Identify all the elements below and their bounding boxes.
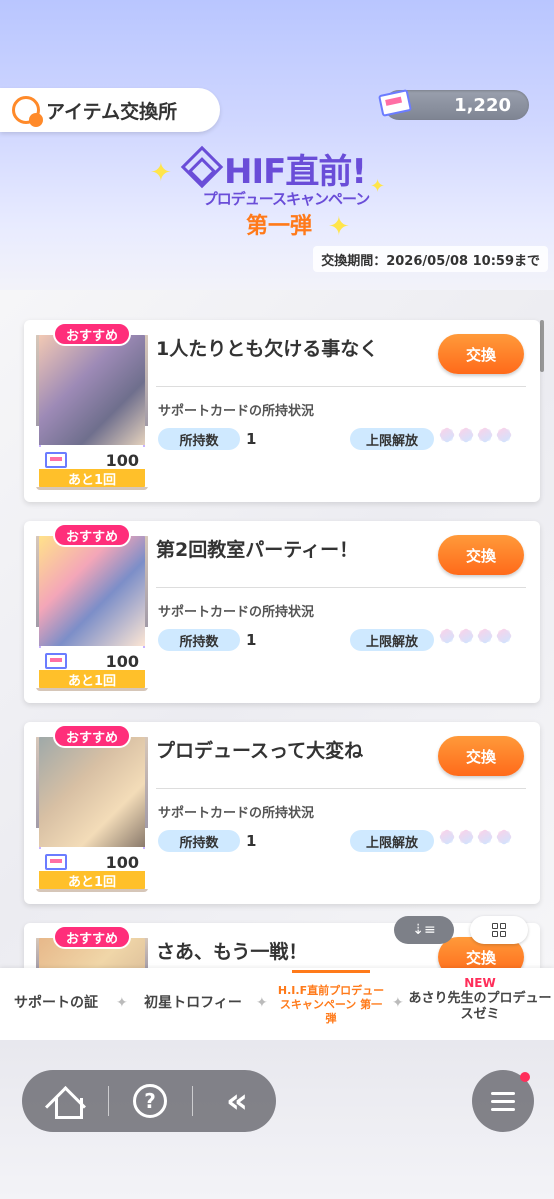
tab-separator-icon: ✦	[116, 995, 128, 1011]
limit-break-icon	[495, 828, 513, 846]
owned-count-label: 所持数	[158, 629, 240, 651]
item-thumbnail[interactable]: 100 あと1回	[36, 734, 148, 892]
remaining-count: あと1回	[39, 871, 145, 889]
menu-icon	[491, 1091, 515, 1095]
remaining-count: あと1回	[39, 469, 145, 487]
divider	[156, 386, 526, 387]
currency-amount: 1,220	[454, 94, 511, 116]
support-card-status-label: サポートカードの所持状況	[158, 404, 315, 419]
banner-title: HIF直前!	[224, 152, 367, 192]
owned-count-label: 所持数	[158, 830, 240, 852]
item-title: 1人たりとも欠ける事なく	[156, 338, 379, 360]
exchange-item-card: おすすめ さあ、もう一戦！ 交換	[24, 923, 540, 968]
owned-count-value: 1	[246, 430, 257, 448]
exchange-button[interactable]: 交換	[438, 334, 524, 374]
new-badge: NEW	[464, 976, 496, 990]
tab-hatsuboshi-trophy[interactable]: 初星トロフィー	[134, 995, 252, 1013]
owned-count-value: 1	[246, 832, 257, 850]
remaining-count: あと1回	[39, 670, 145, 688]
item-thumbnail[interactable]: 100 あと1回	[36, 332, 148, 490]
divider	[156, 587, 526, 588]
limit-break-indicator	[438, 828, 513, 846]
sort-button[interactable]: ⇣≡	[394, 916, 454, 944]
tab-separator-icon: ✦	[392, 995, 404, 1011]
grid-view-button[interactable]	[470, 916, 528, 944]
limit-break-icon	[438, 426, 456, 444]
support-card-status-label: サポートカードの所持状況	[158, 806, 315, 821]
card-art	[39, 335, 145, 445]
item-price: 100	[105, 450, 139, 470]
page-title-text: アイテム交換所	[46, 100, 178, 123]
item-title: プロデュースって大変ね	[156, 740, 364, 762]
limit-break-icon	[457, 627, 475, 645]
item-price: 100	[105, 852, 139, 872]
divider	[156, 788, 526, 789]
notification-dot	[520, 1072, 530, 1082]
exchange-button[interactable]: 交換	[438, 736, 524, 776]
limit-break-icon	[476, 627, 494, 645]
home-button[interactable]	[24, 1070, 108, 1132]
currency-display[interactable]: 1,220	[378, 89, 529, 120]
bottom-navigation: ? ‹‹	[22, 1070, 276, 1132]
limit-break-icon	[457, 426, 475, 444]
limit-break-label: 上限解放	[350, 629, 434, 651]
menu-button[interactable]	[472, 1070, 534, 1132]
sparkle-icon: ✦	[150, 158, 172, 188]
active-tab-indicator	[292, 970, 370, 973]
sparkle-icon: ✦	[328, 212, 350, 242]
recommended-badge: おすすめ	[53, 724, 131, 748]
support-card-status-label: サポートカードの所持状況	[158, 605, 315, 620]
item-price: 100	[105, 651, 139, 671]
exchange-period: 交換期間：2026/05/08 10:59まで	[313, 246, 548, 272]
campaign-logo-icon	[180, 145, 224, 189]
exchange-item-card: 100 あと1回 おすすめ プロデュースって大変ね 交換 サポートカードの所持状…	[24, 722, 540, 904]
scrollbar[interactable]	[540, 320, 544, 372]
tab-support-proof[interactable]: サポートの証	[0, 995, 112, 1013]
owned-count-label: 所持数	[158, 428, 240, 450]
limit-break-icon	[457, 828, 475, 846]
campaign-banner: ✦ ✦ ✦ HIF直前! プロデュースキャンペーン 第一弾	[150, 140, 400, 250]
tab-hif-campaign[interactable]: H.I.F直前プロデュースキャンペーン 第一弾	[276, 984, 386, 1025]
exchange-button[interactable]: 交換	[438, 535, 524, 575]
limit-break-icon	[438, 828, 456, 846]
limit-break-icon	[476, 426, 494, 444]
ticket-icon	[45, 452, 67, 468]
item-thumbnail[interactable]: 100 あと1回	[36, 533, 148, 691]
banner-phase: 第一弾	[246, 214, 313, 239]
exchange-item-card: 100 あと1回 おすすめ 1人たりとも欠ける事なく 交換 サポートカードの所持…	[24, 320, 540, 502]
limit-break-label: 上限解放	[350, 428, 434, 450]
item-title: 第2回教室パーティー！	[156, 539, 359, 561]
page-title: アイテム交換所	[0, 88, 220, 132]
help-button[interactable]: ?	[108, 1070, 192, 1132]
limit-break-icon	[438, 627, 456, 645]
tab-separator-icon: ✦	[256, 995, 268, 1011]
recommended-badge: おすすめ	[53, 322, 131, 346]
card-art	[39, 536, 145, 646]
back-icon: ‹‹	[225, 1081, 248, 1121]
tab-asari-seminar-label: あさり先生のプロデュースゼミ	[408, 991, 552, 1023]
exchange-shop-icon	[12, 96, 43, 127]
home-icon	[49, 1086, 83, 1119]
tab-asari-seminar[interactable]: NEW あさり先生のプロデュースゼミ	[406, 976, 554, 1024]
ticket-icon	[45, 854, 67, 870]
grid-icon	[492, 923, 506, 937]
exchange-item-card: 100 あと1回 おすすめ 第2回教室パーティー！ 交換 サポートカードの所持状…	[24, 521, 540, 703]
limit-break-indicator	[438, 627, 513, 645]
limit-break-icon	[495, 426, 513, 444]
limit-break-icon	[495, 627, 513, 645]
sort-icon: ⇣≡	[412, 922, 436, 938]
back-button[interactable]: ‹‹	[192, 1070, 276, 1132]
help-icon: ?	[133, 1084, 167, 1118]
owned-count-value: 1	[246, 631, 257, 649]
limit-break-indicator	[438, 426, 513, 444]
item-title: さあ、もう一戦！	[156, 941, 308, 963]
limit-break-icon	[476, 828, 494, 846]
limit-break-label: 上限解放	[350, 830, 434, 852]
ticket-icon	[378, 89, 412, 117]
ticket-icon	[45, 653, 67, 669]
banner-subtitle: プロデュースキャンペーン	[202, 190, 371, 208]
recommended-badge: おすすめ	[53, 523, 131, 547]
recommended-badge: おすすめ	[53, 925, 131, 949]
card-art	[39, 737, 145, 847]
